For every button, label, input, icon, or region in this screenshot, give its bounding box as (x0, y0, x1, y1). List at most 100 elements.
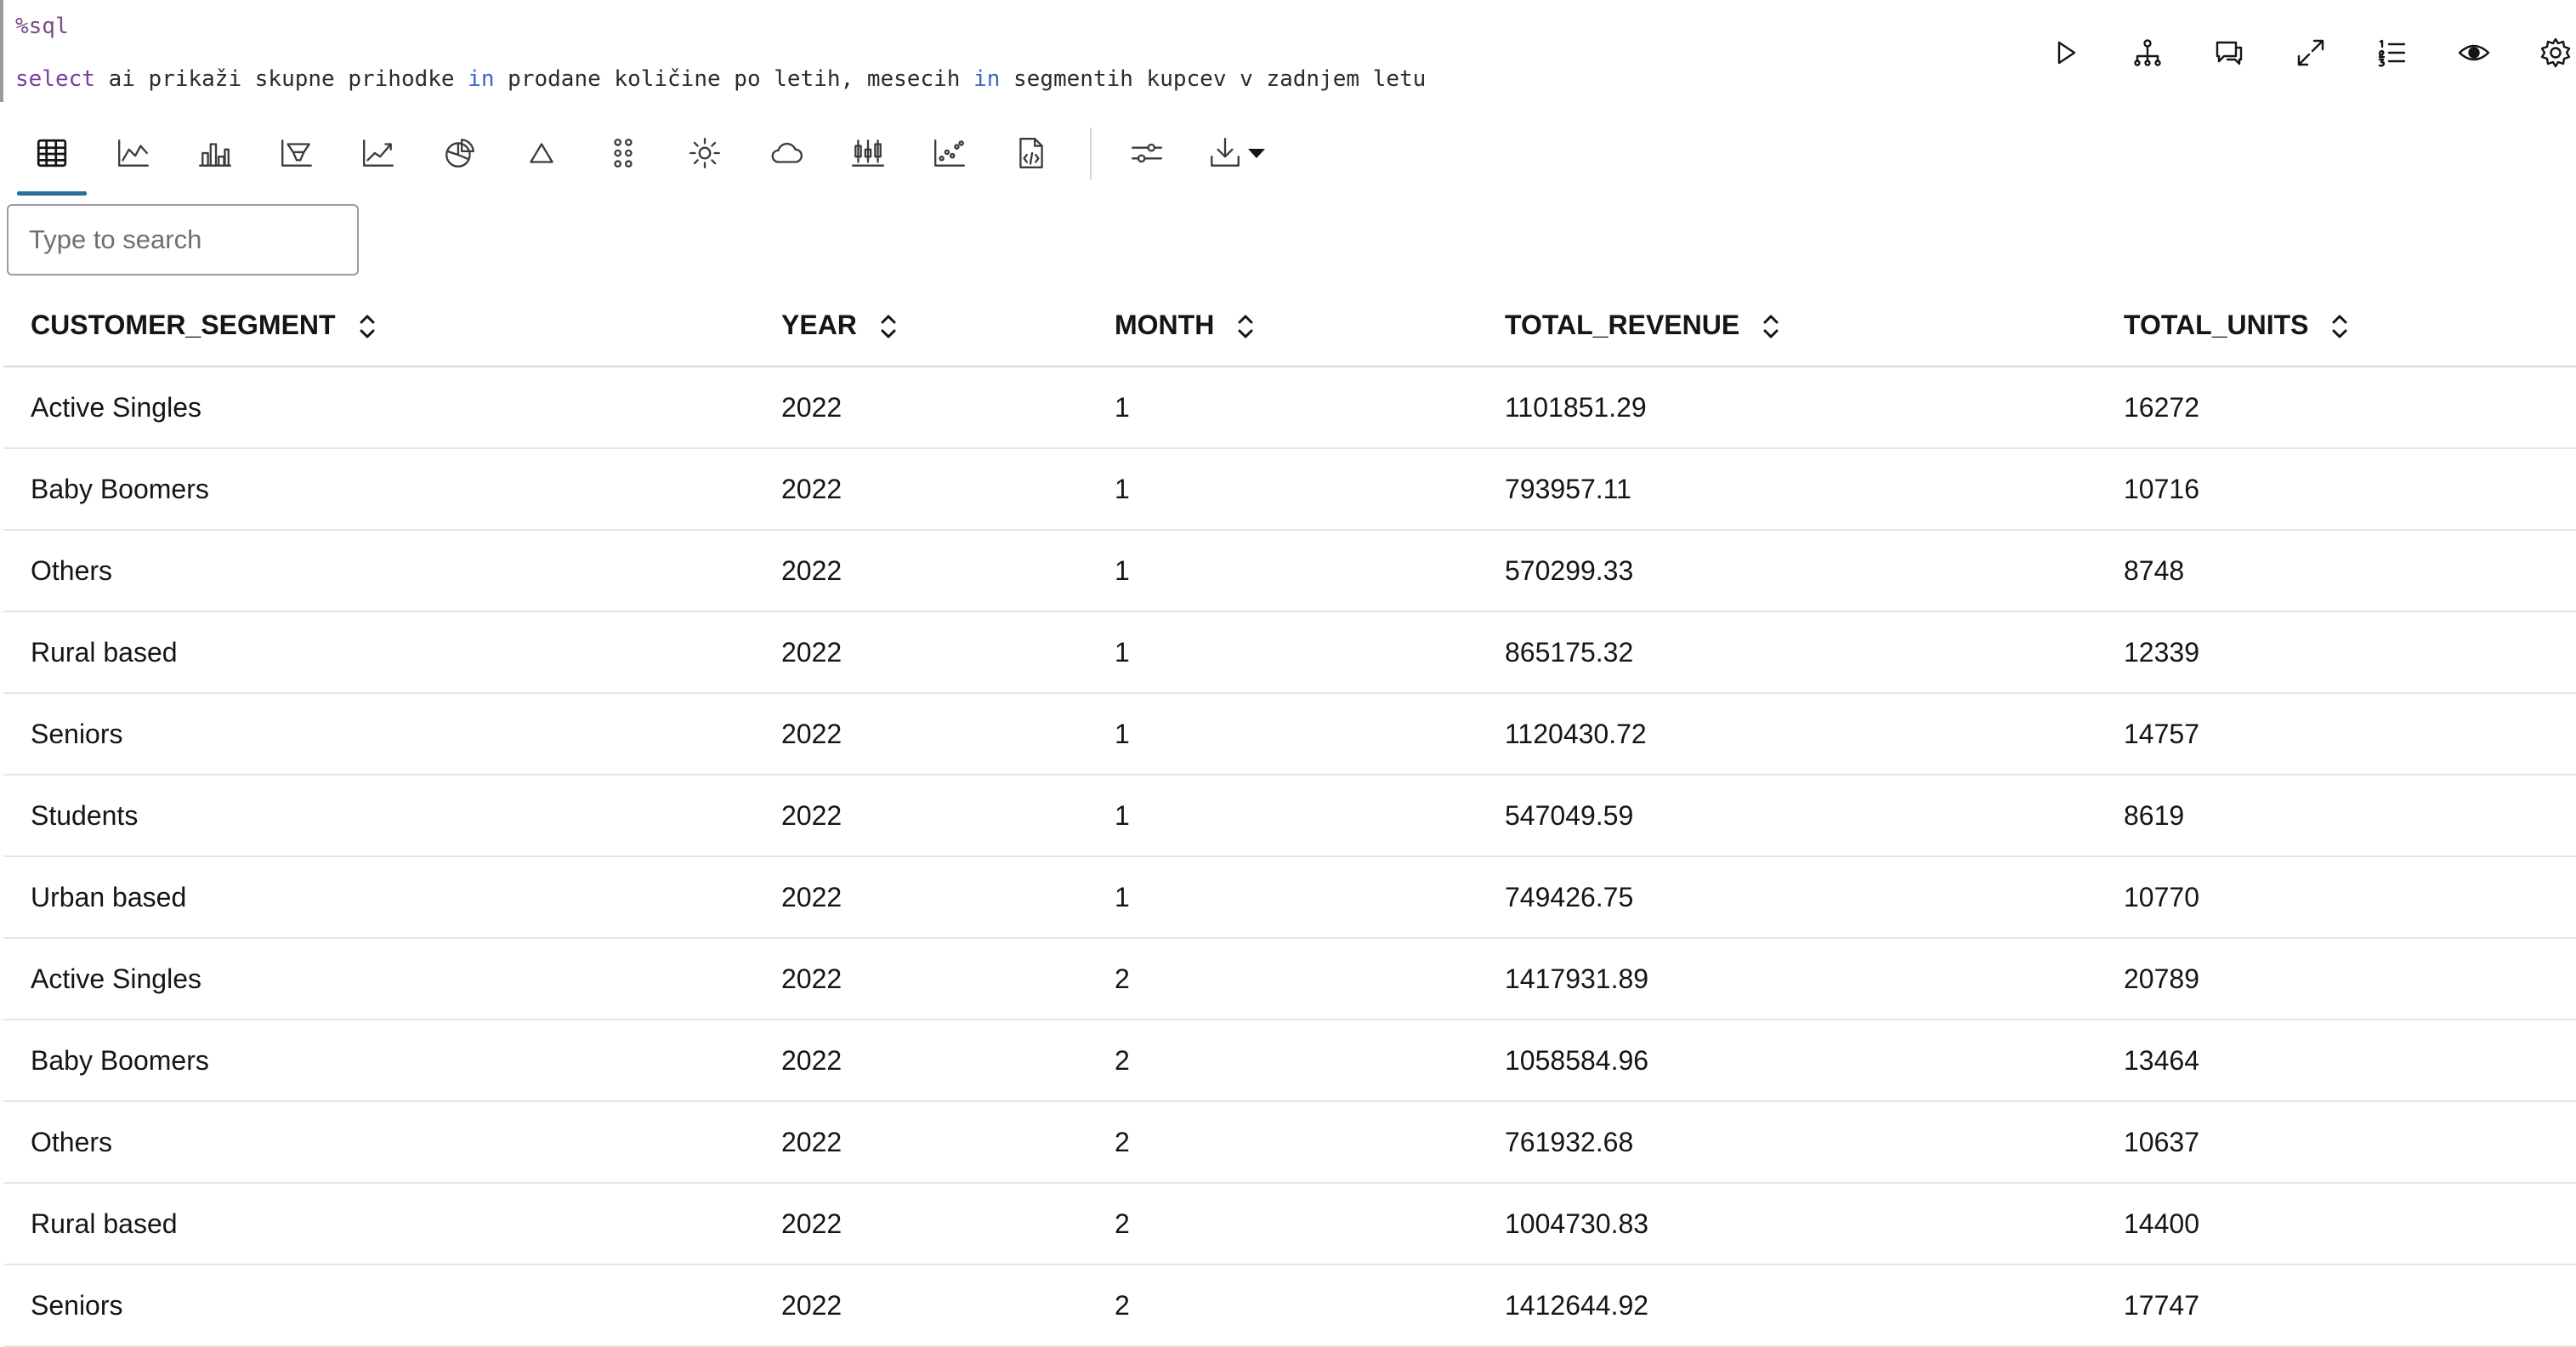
query-token: in (973, 66, 1001, 92)
bar-chart-icon (198, 143, 232, 167)
table-cell: 2022 (754, 367, 1087, 449)
query-token: ai prikaži skupne prihodke (94, 66, 468, 92)
table-cell: 2022 (754, 530, 1087, 612)
table-row[interactable]: Urban based 2022 1 749426.75 10770 (3, 856, 2576, 939)
bar-chart-button[interactable] (180, 124, 250, 182)
file-code-icon (1019, 138, 1043, 168)
table-row[interactable]: Active Singles 2022 2 1417931.89 20789 (3, 938, 2576, 1020)
table-icon (37, 139, 67, 168)
table-cell: 2022 (754, 693, 1087, 776)
pyramid-chart-button[interactable] (507, 124, 576, 182)
table-row[interactable]: Others 2022 1 570299.33 8748 (3, 530, 2576, 612)
pie-chart-button[interactable] (425, 124, 495, 182)
table-row[interactable]: Active Singles 2022 1 1101851.29 16272 (3, 367, 2576, 449)
table-row[interactable]: Baby Boomers 2022 1 793957.11 10716 (3, 448, 2576, 531)
search-input[interactable] (7, 204, 359, 276)
table-cell: 2 (1087, 938, 1478, 1020)
table-cell: 1 (1087, 367, 1478, 449)
eye-icon[interactable] (2454, 32, 2494, 73)
table-cell: Baby Boomers (3, 448, 754, 531)
table-cell: 2022 (754, 1183, 1087, 1265)
table-cell: 2022 (754, 775, 1087, 857)
table-row[interactable]: Rural based 2022 1 865175.32 12339 (3, 611, 2576, 694)
table-cell: 2022 (754, 448, 1087, 531)
table-row[interactable]: Seniors 2022 2 1412644.92 17747 (3, 1265, 2576, 1347)
sort-icon[interactable] (879, 313, 898, 340)
query-token: segmentih kupcev v zadnjem letu (1000, 66, 1427, 92)
table-cell: Active Singles (3, 367, 754, 449)
query-token: prodane količine po letih, mesecih (494, 66, 974, 92)
table-row[interactable]: Students 2022 1 547049.59 8619 (3, 775, 2576, 857)
table-cell: 16272 (2097, 367, 2576, 449)
gear-icon[interactable] (2535, 32, 2576, 73)
table-view-button[interactable] (17, 124, 87, 196)
sort-icon[interactable] (1236, 313, 1255, 340)
hierarchy-icon[interactable] (2127, 32, 2168, 73)
comments-icon[interactable] (2209, 32, 2250, 73)
table-cell: Urban based (3, 856, 754, 939)
query-token: in (468, 66, 495, 92)
sunburst-button[interactable] (670, 124, 740, 182)
expand-icon[interactable] (2290, 32, 2331, 73)
boxplot-icon (851, 139, 885, 167)
table-cell: 1 (1087, 611, 1478, 694)
table-row[interactable]: Rural based 2022 2 1004730.83 14400 (3, 1183, 2576, 1265)
boxplot-button[interactable] (833, 124, 903, 182)
line-chart-button[interactable] (99, 124, 168, 182)
table-row[interactable]: Seniors 2022 1 1120430.72 14757 (3, 693, 2576, 776)
table-cell: 1417931.89 (1478, 938, 2097, 1020)
table-cell: Seniors (3, 1265, 754, 1347)
column-header-total-revenue[interactable]: TOTAL_REVENUE (1478, 284, 2097, 367)
table-row[interactable]: Others 2022 2 761932.68 10637 (3, 1101, 2576, 1184)
table-cell: 1 (1087, 775, 1478, 857)
table-cell: Students (3, 775, 754, 857)
column-header-month[interactable]: MONTH (1087, 284, 1478, 367)
table-cell: 1058584.96 (1478, 1020, 2097, 1102)
table-cell: Others (3, 1101, 754, 1184)
table-cell: 793957.11 (1478, 448, 2097, 531)
column-header-total-units[interactable]: TOTAL_UNITS (2097, 284, 2576, 367)
table-cell: 14400 (2097, 1183, 2576, 1265)
table-cell: 2 (1087, 1020, 1478, 1102)
chevron-down-icon[interactable] (1248, 148, 1265, 158)
dot-grid-button[interactable] (588, 124, 658, 182)
toolbar-divider (1090, 128, 1092, 180)
sort-icon[interactable] (358, 313, 377, 340)
sliders-icon (1132, 143, 1162, 163)
table-cell: 1120430.72 (1478, 693, 2097, 776)
sort-icon[interactable] (1762, 313, 1780, 340)
pyramid-chart-icon (530, 143, 553, 163)
column-header-label: YEAR (781, 309, 857, 340)
results-table: CUSTOMER_SEGMENT YEAR MONTH TOTAL_REVENUE TO… (3, 284, 2576, 1347)
table-cell: 1 (1087, 856, 1478, 939)
table-cell: 2022 (754, 611, 1087, 694)
table-cell: 1 (1087, 693, 1478, 776)
table-cell: 10637 (2097, 1101, 2576, 1184)
table-header-row: CUSTOMER_SEGMENT YEAR MONTH TOTAL_REVENUE TO… (3, 284, 2576, 367)
table-cell: 13464 (2097, 1020, 2576, 1102)
trend-line-button[interactable] (343, 124, 413, 182)
table-cell: 865175.32 (1478, 611, 2097, 694)
cloud-chart-button[interactable] (752, 124, 821, 182)
scatter-chart-button[interactable] (915, 124, 984, 182)
table-cell: 8619 (2097, 775, 2576, 857)
line-chart-icon (118, 139, 149, 167)
sort-icon[interactable] (2330, 313, 2349, 340)
column-header-customer-segment[interactable]: CUSTOMER_SEGMENT (3, 284, 754, 367)
sql-editor[interactable]: %sql select ai prikaži skupne prihodke i… (0, 0, 1959, 102)
numbered-list-icon[interactable] (2372, 32, 2413, 73)
table-cell: Rural based (3, 611, 754, 694)
code-report-button[interactable] (996, 124, 1066, 182)
table-cell: 2022 (754, 1020, 1087, 1102)
download-button[interactable] (1194, 124, 1279, 182)
run-icon[interactable] (2045, 32, 2086, 73)
funnel-chart-button[interactable] (262, 124, 332, 182)
table-cell: 10770 (2097, 856, 2576, 939)
table-cell: 2022 (754, 1101, 1087, 1184)
download-icon (1211, 138, 1240, 167)
column-header-year[interactable]: YEAR (754, 284, 1087, 367)
cell-actions (2005, 32, 2576, 73)
table-row[interactable]: Baby Boomers 2022 2 1058584.96 13464 (3, 1020, 2576, 1102)
settings-sliders-button[interactable] (1112, 124, 1182, 182)
query-line: select ai prikaži skupne prihodke in pro… (15, 66, 1426, 92)
